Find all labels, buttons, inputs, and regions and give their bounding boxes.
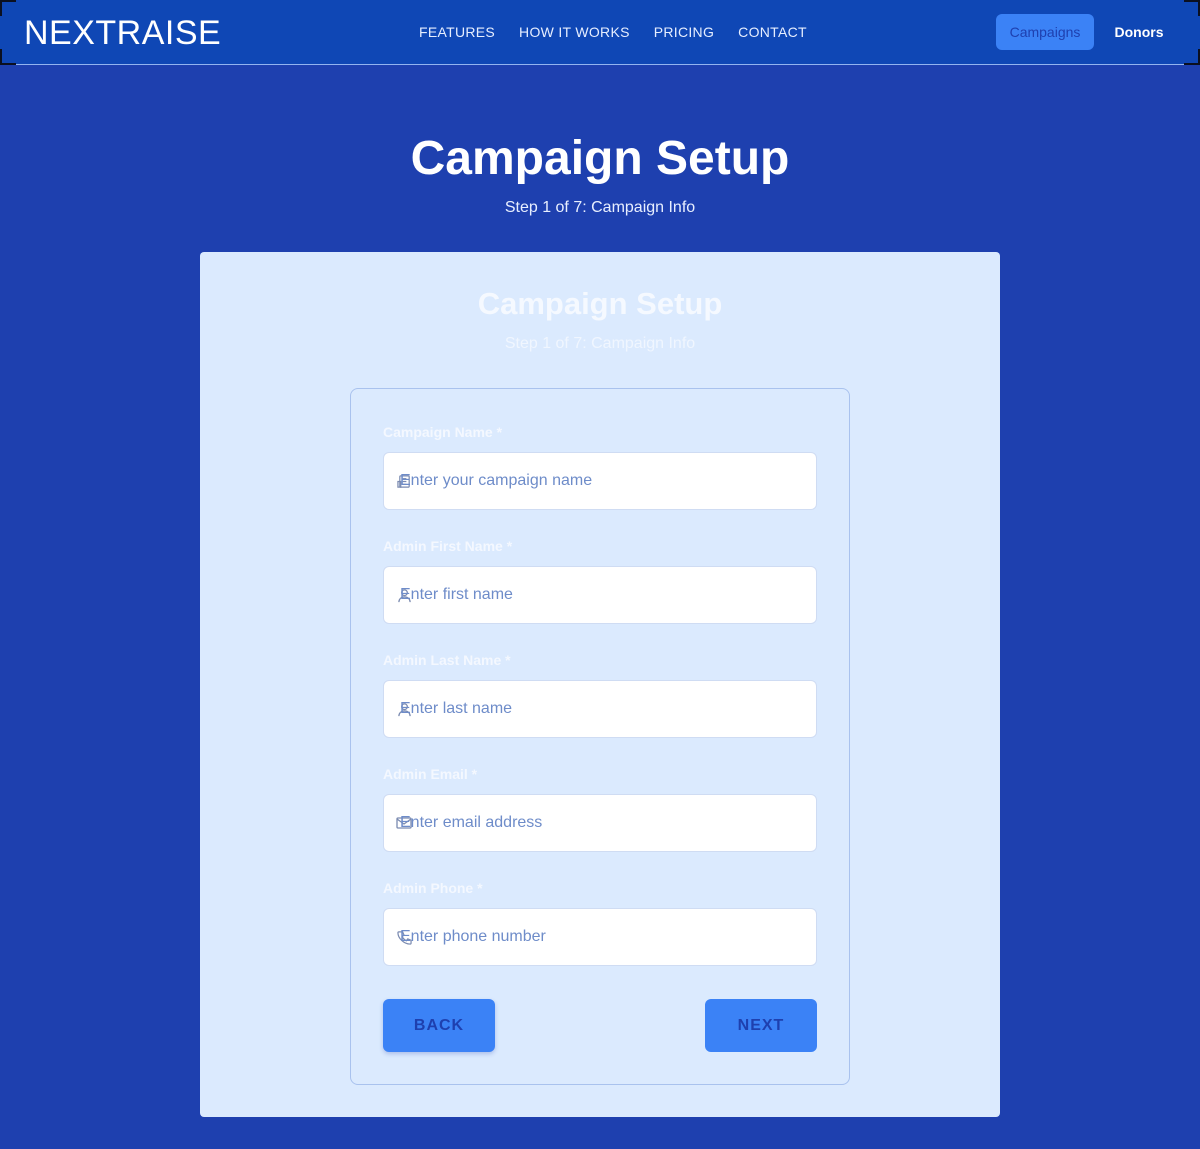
campaign-name-field: Campaign Name * <box>383 424 817 510</box>
admin-last-name-label: Admin Last Name * <box>383 652 511 668</box>
donors-button[interactable]: Donors <box>1102 14 1176 50</box>
frame-corner <box>1184 49 1200 65</box>
admin-email-input[interactable] <box>384 795 816 851</box>
admin-phone-input-wrap <box>383 908 817 966</box>
next-button[interactable]: NEXT <box>705 999 817 1052</box>
brand-logo[interactable]: NEXTRAISE <box>24 14 221 52</box>
setup-panel: Campaign Setup Step 1 of 7: Campaign Inf… <box>200 252 1000 1117</box>
campaign-name-input-wrap <box>383 452 817 510</box>
admin-first-name-input[interactable] <box>384 567 816 623</box>
nav-link-contact[interactable]: CONTACT <box>738 22 807 42</box>
page-subtitle: Step 1 of 7: Campaign Info <box>504 199 696 216</box>
frame-corner <box>1184 0 1200 16</box>
nav-link-how-it-works[interactable]: HOW IT WORKS <box>519 22 630 42</box>
nav-link-features[interactable]: FEATURES <box>419 22 495 42</box>
admin-first-name-input-wrap <box>383 566 817 624</box>
page-title: Campaign Setup <box>410 132 790 185</box>
frame-corner <box>0 49 16 65</box>
campaign-info-form: Campaign Name * Admin First Name * <box>350 388 850 1085</box>
admin-last-name-field: Admin Last Name * <box>383 652 817 738</box>
back-button[interactable]: BACK <box>383 999 495 1052</box>
main-nav: FEATURES HOW IT WORKS PRICING CONTACT <box>419 22 807 42</box>
panel-subtitle: Step 1 of 7: Campaign Info <box>504 335 696 352</box>
campaign-name-input[interactable] <box>384 453 816 509</box>
admin-phone-input[interactable] <box>384 909 816 965</box>
admin-email-input-wrap <box>383 794 817 852</box>
admin-email-label: Admin Email * <box>383 766 478 782</box>
top-navbar: NEXTRAISE FEATURES HOW IT WORKS PRICING … <box>0 0 1200 65</box>
frame-corner <box>0 0 16 16</box>
nav-link-pricing[interactable]: PRICING <box>654 22 714 42</box>
admin-last-name-input[interactable] <box>384 681 816 737</box>
admin-last-name-input-wrap <box>383 680 817 738</box>
campaigns-button[interactable]: Campaigns <box>996 14 1094 50</box>
admin-phone-field: Admin Phone * <box>383 880 817 966</box>
admin-first-name-field: Admin First Name * <box>383 538 817 624</box>
admin-email-field: Admin Email * <box>383 766 817 852</box>
campaign-name-label: Campaign Name * <box>383 424 503 440</box>
admin-first-name-label: Admin First Name * <box>383 538 513 554</box>
nav-actions: Campaigns Donors <box>996 14 1176 50</box>
page-header: Campaign Setup Step 1 of 7: Campaign Inf… <box>0 130 1200 218</box>
panel-title: Campaign Setup <box>477 286 723 321</box>
admin-phone-label: Admin Phone * <box>383 880 483 896</box>
